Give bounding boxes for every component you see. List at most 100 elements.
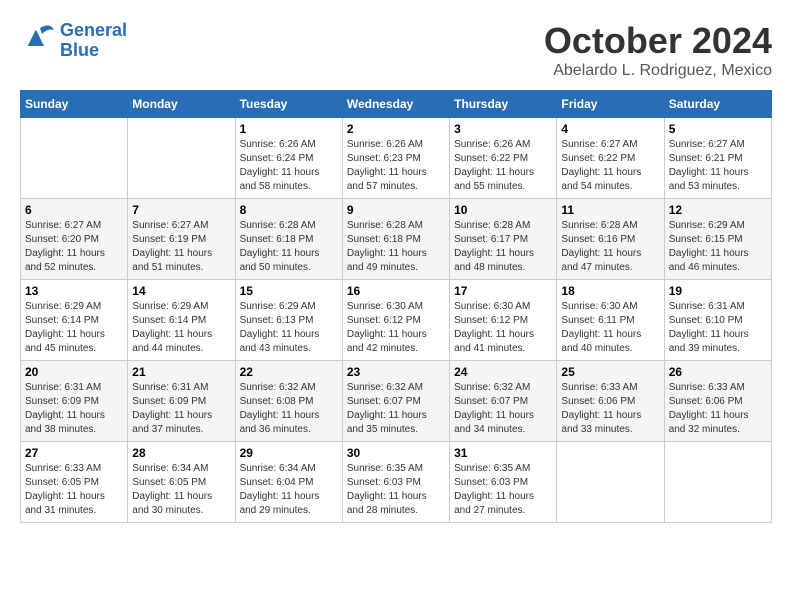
day-number: 25 [561, 365, 659, 379]
day-number: 23 [347, 365, 445, 379]
calendar-cell: 4 Sunrise: 6:27 AM Sunset: 6:22 PM Daylig… [557, 118, 664, 199]
logo-icon: ▲ [20, 20, 56, 56]
day-number: 31 [454, 446, 552, 460]
day-info: Sunrise: 6:26 AM Sunset: 6:22 PM Dayligh… [454, 138, 552, 194]
day-number: 5 [669, 122, 767, 136]
day-info: Sunrise: 6:32 AM Sunset: 6:07 PM Dayligh… [454, 381, 552, 437]
day-info: Sunrise: 6:28 AM Sunset: 6:16 PM Dayligh… [561, 219, 659, 275]
calendar-cell: 17 Sunrise: 6:30 AM Sunset: 6:12 PM Dayli… [450, 280, 557, 361]
day-info: Sunrise: 6:30 AM Sunset: 6:12 PM Dayligh… [347, 300, 445, 356]
day-info: Sunrise: 6:30 AM Sunset: 6:12 PM Dayligh… [454, 300, 552, 356]
day-info: Sunrise: 6:29 AM Sunset: 6:15 PM Dayligh… [669, 219, 767, 275]
day-number: 24 [454, 365, 552, 379]
day-info: Sunrise: 6:34 AM Sunset: 6:05 PM Dayligh… [132, 462, 230, 518]
day-info: Sunrise: 6:33 AM Sunset: 6:06 PM Dayligh… [561, 381, 659, 437]
day-info: Sunrise: 6:26 AM Sunset: 6:24 PM Dayligh… [240, 138, 338, 194]
calendar-cell [21, 118, 128, 199]
day-info: Sunrise: 6:28 AM Sunset: 6:18 PM Dayligh… [240, 219, 338, 275]
day-info: Sunrise: 6:27 AM Sunset: 6:22 PM Dayligh… [561, 138, 659, 194]
weekday-header-sunday: Sunday [21, 91, 128, 118]
logo: ▲ General Blue [20, 20, 127, 61]
weekday-header-tuesday: Tuesday [235, 91, 342, 118]
calendar-cell [128, 118, 235, 199]
day-number: 11 [561, 203, 659, 217]
day-info: Sunrise: 6:29 AM Sunset: 6:13 PM Dayligh… [240, 300, 338, 356]
calendar-cell: 20 Sunrise: 6:31 AM Sunset: 6:09 PM Dayli… [21, 361, 128, 442]
day-number: 13 [25, 284, 123, 298]
calendar-cell: 14Sunrise: 6:29 AM Sunset: 6:14 PM Dayli… [128, 280, 235, 361]
day-number: 19 [669, 284, 767, 298]
calendar-cell: 25 Sunrise: 6:33 AM Sunset: 6:06 PM Dayli… [557, 361, 664, 442]
day-number: 6 [25, 203, 123, 217]
day-info: Sunrise: 6:27 AM Sunset: 6:21 PM Dayligh… [669, 138, 767, 194]
calendar-cell: 9 Sunrise: 6:28 AM Sunset: 6:18 PM Daylig… [342, 199, 449, 280]
day-number: 12 [669, 203, 767, 217]
location-title: Abelardo L. Rodriguez, Mexico [544, 62, 772, 80]
calendar-cell: 16 Sunrise: 6:30 AM Sunset: 6:12 PM Dayli… [342, 280, 449, 361]
day-number: 2 [347, 122, 445, 136]
day-number: 7 [132, 203, 230, 217]
day-info: Sunrise: 6:27 AM Sunset: 6:19 PM Dayligh… [132, 219, 230, 275]
calendar-cell: 29 Sunrise: 6:34 AM Sunset: 6:04 PM Dayli… [235, 442, 342, 523]
calendar-cell: 2 Sunrise: 6:26 AM Sunset: 6:23 PM Daylig… [342, 118, 449, 199]
month-title: October 2024 [544, 20, 772, 62]
weekday-header-saturday: Saturday [664, 91, 771, 118]
day-info: Sunrise: 6:27 AM Sunset: 6:20 PM Dayligh… [25, 219, 123, 275]
calendar-cell: 5 Sunrise: 6:27 AM Sunset: 6:21 PM Daylig… [664, 118, 771, 199]
day-info: Sunrise: 6:32 AM Sunset: 6:08 PM Dayligh… [240, 381, 338, 437]
day-number: 3 [454, 122, 552, 136]
calendar-cell: 22 Sunrise: 6:32 AM Sunset: 6:08 PM Dayli… [235, 361, 342, 442]
calendar-table: SundayMondayTuesdayWednesdayThursdayFrid… [20, 90, 772, 523]
calendar-cell: 8 Sunrise: 6:28 AM Sunset: 6:18 PM Daylig… [235, 199, 342, 280]
calendar-cell: 3 Sunrise: 6:26 AM Sunset: 6:22 PM Daylig… [450, 118, 557, 199]
day-number: 10 [454, 203, 552, 217]
calendar-cell: 13Sunrise: 6:29 AM Sunset: 6:14 PM Dayli… [21, 280, 128, 361]
day-number: 29 [240, 446, 338, 460]
calendar-cell: 24 Sunrise: 6:32 AM Sunset: 6:07 PM Dayli… [450, 361, 557, 442]
calendar-week-row: 13 Sunrise: 6:29 AM Sunset: 6:14 PM Dayli… [21, 280, 772, 361]
day-info: Sunrise: 6:28 AM Sunset: 6:18 PM Dayligh… [347, 219, 445, 275]
day-number: 28 [132, 446, 230, 460]
day-number: 30 [347, 446, 445, 460]
day-info: Sunrise: 6:26 AM Sunset: 6:23 PM Dayligh… [347, 138, 445, 194]
calendar-cell: 23Sunrise: 6:32 AM Sunset: 6:07 PM Dayli… [342, 361, 449, 442]
day-info: Sunrise: 6:35 AM Sunset: 6:03 PM Dayligh… [454, 462, 552, 518]
calendar-cell: 28 Sunrise: 6:34 AM Sunset: 6:05 PM Dayli… [128, 442, 235, 523]
title-block: October 2024 Abelardo L. Rodriguez, Mexi… [544, 20, 772, 80]
day-number: 4 [561, 122, 659, 136]
day-info: Sunrise: 6:33 AM Sunset: 6:05 PM Dayligh… [25, 462, 123, 518]
day-info: Sunrise: 6:31 AM Sunset: 6:09 PM Dayligh… [132, 381, 230, 437]
calendar-week-row: 1Sunrise: 6:26 AM Sunset: 6:24 PM Daylig… [21, 118, 772, 199]
calendar-cell: 15Sunrise: 6:29 AM Sunset: 6:13 PM Dayli… [235, 280, 342, 361]
weekday-header-wednesday: Wednesday [342, 91, 449, 118]
calendar-cell: 1Sunrise: 6:26 AM Sunset: 6:24 PM Daylig… [235, 118, 342, 199]
day-number: 22 [240, 365, 338, 379]
weekday-header-monday: Monday [128, 91, 235, 118]
calendar-cell: 30Sunrise: 6:35 AM Sunset: 6:03 PM Dayli… [342, 442, 449, 523]
day-number: 20 [25, 365, 123, 379]
day-number: 16 [347, 284, 445, 298]
day-info: Sunrise: 6:34 AM Sunset: 6:04 PM Dayligh… [240, 462, 338, 518]
logo-general: General [60, 20, 127, 40]
day-info: Sunrise: 6:31 AM Sunset: 6:09 PM Dayligh… [25, 381, 123, 437]
calendar-cell [664, 442, 771, 523]
weekday-header-friday: Friday [557, 91, 664, 118]
calendar-week-row: 27Sunrise: 6:33 AM Sunset: 6:05 PM Dayli… [21, 442, 772, 523]
logo-blue: Blue [60, 40, 99, 60]
day-info: Sunrise: 6:33 AM Sunset: 6:06 PM Dayligh… [669, 381, 767, 437]
day-info: Sunrise: 6:29 AM Sunset: 6:14 PM Dayligh… [132, 300, 230, 356]
calendar-cell: 7 Sunrise: 6:27 AM Sunset: 6:19 PM Daylig… [128, 199, 235, 280]
calendar-cell: 6 Sunrise: 6:27 AM Sunset: 6:20 PM Daylig… [21, 199, 128, 280]
calendar-week-row: 20 Sunrise: 6:31 AM Sunset: 6:09 PM Dayli… [21, 361, 772, 442]
day-number: 17 [454, 284, 552, 298]
day-number: 9 [347, 203, 445, 217]
calendar-cell: 19Sunrise: 6:31 AM Sunset: 6:10 PM Dayli… [664, 280, 771, 361]
logo-text: General Blue [60, 21, 127, 61]
calendar-cell: 10 Sunrise: 6:28 AM Sunset: 6:17 PM Dayli… [450, 199, 557, 280]
day-info: Sunrise: 6:30 AM Sunset: 6:11 PM Dayligh… [561, 300, 659, 356]
day-number: 8 [240, 203, 338, 217]
calendar-cell: 21Sunrise: 6:31 AM Sunset: 6:09 PM Dayli… [128, 361, 235, 442]
page-header: ▲ General Blue October 2024 Abelardo L. … [20, 20, 772, 80]
weekday-header-thursday: Thursday [450, 91, 557, 118]
day-info: Sunrise: 6:28 AM Sunset: 6:17 PM Dayligh… [454, 219, 552, 275]
